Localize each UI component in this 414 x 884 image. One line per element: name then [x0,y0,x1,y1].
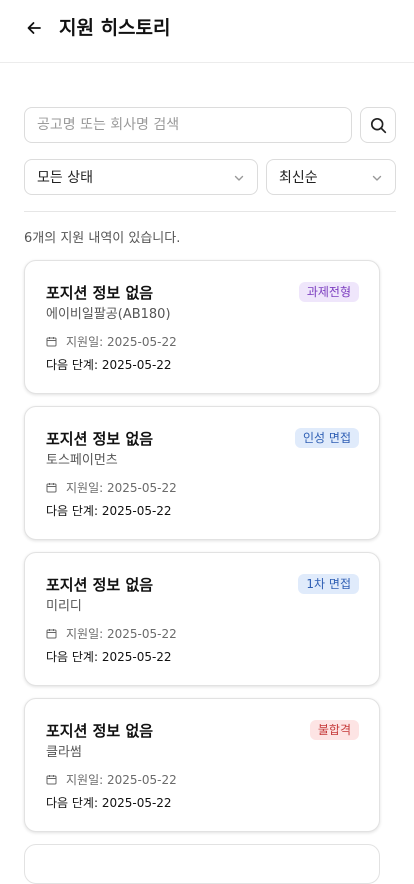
next-step-date: 다음 단계: 2025-05-22 [46,504,172,518]
applied-date-row: 지원일: 2025-05-22 [46,479,177,495]
app-header: 지원 히스토리 [0,0,414,63]
applied-date: 지원일: 2025-05-22 [66,334,177,349]
status-badge: 인성 면접 [295,428,359,448]
position-title: 포지션 정보 없음 [46,576,154,594]
divider [24,211,396,212]
application-card[interactable]: 포지션 정보 없음 과제전형 에이비일팔공(AB180) 지원일: 2025-0… [24,260,380,394]
calendar-icon [46,774,57,785]
status-badge: 1차 면접 [298,574,359,594]
calendar-icon [46,336,57,347]
chevron-down-icon [234,175,244,181]
applied-date: 지원일: 2025-05-22 [66,626,177,641]
page-title: 지원 히스토리 [59,17,171,39]
next-step-date: 다음 단계: 2025-05-22 [46,358,172,372]
sort-select[interactable]: 최신순 [266,159,396,195]
next-step-date: 다음 단계: 2025-05-22 [46,650,172,664]
company-name: 토스페이먼츠 [46,453,118,468]
applied-date-row: 지원일: 2025-05-22 [46,771,177,787]
company-name: 에이비일팔공(AB180) [46,307,171,322]
position-title: 포지션 정보 없음 [46,430,154,448]
position-title: 포지션 정보 없음 [46,284,154,302]
next-step-date: 다음 단계: 2025-05-22 [46,796,172,810]
result-count: 6개의 지원 내역이 있습니다. [24,231,181,246]
search-icon [370,117,386,133]
status-badge: 불합격 [309,720,359,740]
applied-date: 지원일: 2025-05-22 [66,480,177,495]
search-button[interactable] [360,107,396,143]
application-card[interactable]: 포지션 정보 없음 인성 면접 토스페이먼츠 지원일: 2025-05-22 다… [24,406,380,540]
applied-date-row: 지원일: 2025-05-22 [46,625,177,641]
position-title: 포지션 정보 없음 [46,722,154,740]
status-badge: 과제전형 [298,282,359,302]
search-input[interactable] [24,107,352,143]
calendar-icon [46,482,57,493]
application-card[interactable] [24,844,380,884]
status-filter-value: 모든 상태 [37,170,93,186]
applied-date-row: 지원일: 2025-05-22 [46,333,177,349]
company-name: 클라썸 [46,745,82,760]
chevron-down-icon [372,175,382,181]
sort-value: 최신순 [279,170,318,186]
company-name: 미리디 [46,599,82,614]
arrow-left-icon [27,22,41,34]
back-button[interactable] [24,18,44,38]
status-filter-select[interactable]: 모든 상태 [24,159,258,195]
applied-date: 지원일: 2025-05-22 [66,772,177,787]
application-card[interactable]: 포지션 정보 없음 불합격 클라썸 지원일: 2025-05-22 다음 단계:… [24,698,380,832]
calendar-icon [46,628,57,639]
application-card[interactable]: 포지션 정보 없음 1차 면접 미리디 지원일: 2025-05-22 다음 단… [24,552,380,686]
